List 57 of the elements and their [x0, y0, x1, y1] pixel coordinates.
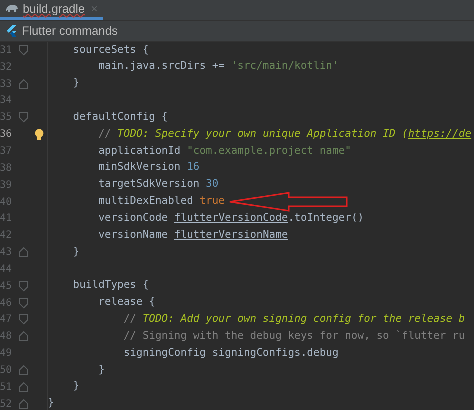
- line-number: 46: [0, 296, 14, 311]
- line-number: 50: [0, 364, 14, 378]
- line-number: 43: [0, 246, 14, 260]
- toolbar-label[interactable]: Flutter commands: [22, 22, 118, 40]
- code-line: // TODO: Add your own signing config for the release b: [122, 312, 466, 328]
- line-number: 45: [0, 280, 14, 294]
- code-line: // TODO: Specify your own unique Application ID (https://de: [98, 126, 472, 142]
- code-line: }: [48, 396, 54, 410]
- code-line: applicationId "com.example.project_name": [98, 144, 352, 159]
- fold-marker-icon[interactable]: [19, 331, 29, 342]
- line-number: 37: [0, 144, 14, 159]
- line-number: 36: [0, 128, 14, 142]
- line-number: 34: [0, 94, 14, 108]
- line-number: 48: [0, 330, 14, 344]
- fold-marker-icon[interactable]: [19, 382, 29, 393]
- line-number: 51: [0, 380, 14, 395]
- line-number: 39: [0, 178, 14, 193]
- elephant-icon: [5, 4, 19, 13]
- code-line: }: [72, 76, 80, 92]
- line-number: 38: [0, 162, 14, 176]
- code-line: release {: [98, 295, 156, 310]
- line-number: 49: [0, 347, 14, 362]
- line-number: 47: [0, 313, 14, 328]
- code-line: sourceSets {: [72, 42, 150, 58]
- code-line: buildTypes {: [72, 278, 150, 294]
- line-number: 35: [0, 111, 14, 126]
- fold-marker-icon[interactable]: [19, 112, 29, 124]
- line-number: 40: [0, 196, 14, 210]
- fold-marker-icon[interactable]: [19, 247, 29, 258]
- fold-marker-icon[interactable]: [19, 280, 29, 292]
- code-line: minSdkVersion 16: [98, 160, 200, 176]
- line-number: 33: [0, 78, 14, 92]
- fold-marker-icon[interactable]: [19, 364, 29, 376]
- fold-marker-icon[interactable]: [19, 78, 29, 90]
- fold-marker-icon[interactable]: [19, 298, 29, 309]
- line-number: 41: [0, 212, 14, 226]
- code-line: defaultConfig {: [72, 110, 168, 125]
- flutter-logo-icon: [6, 24, 18, 38]
- line-number: 32: [0, 60, 14, 75]
- code-line: versionName flutterVersionName: [98, 228, 288, 243]
- code-line: signingConfig signingConfigs.debug: [122, 346, 339, 361]
- line-number: 42: [0, 229, 14, 244]
- line-number: 31: [0, 44, 14, 58]
- fold-marker-icon[interactable]: [19, 398, 29, 410]
- code-line: }: [72, 244, 80, 260]
- code-line: }: [98, 362, 105, 378]
- code-line: // Signing with the debug keys for now, so `flutter ru: [122, 328, 466, 344]
- fold-marker-icon[interactable]: [19, 314, 29, 326]
- line-number: 44: [0, 262, 14, 277]
- code-line: versionCode flutterVersionCode.toInteger(): [98, 210, 364, 226]
- lightbulb-icon[interactable]: [35, 128, 44, 141]
- fold-marker-icon[interactable]: [19, 44, 29, 56]
- line-number: 52: [0, 398, 14, 410]
- code-line: main.java.srcDirs += 'src/main/kotlin': [98, 59, 339, 74]
- code-line: }: [72, 379, 80, 394]
- code-line: targetSdkVersion 30: [98, 177, 219, 192]
- code-line: multiDexEnabled true: [98, 194, 226, 210]
